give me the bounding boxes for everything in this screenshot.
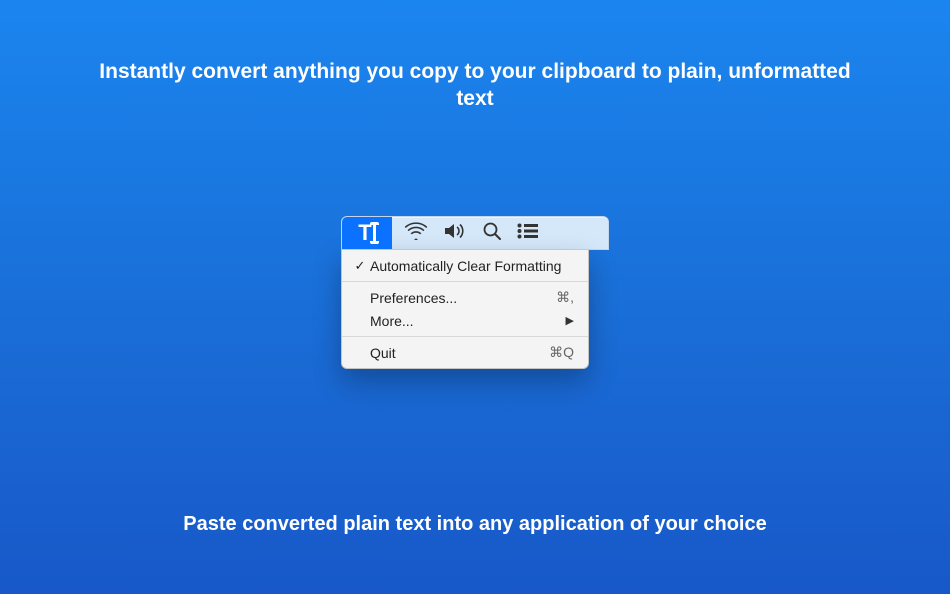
footer-text: Paste converted plain text into any appl…: [0, 513, 950, 536]
keyboard-shortcut: ⌘Q: [549, 344, 574, 361]
app-window: T: [341, 216, 609, 369]
menu-item-label: More...: [368, 313, 566, 329]
app-menubar-item[interactable]: T: [342, 217, 392, 249]
menubar: T: [341, 216, 609, 250]
menubar-status-icons: [392, 221, 608, 246]
menu-item-more[interactable]: More... ▶: [342, 309, 588, 332]
search-icon[interactable]: [482, 221, 502, 246]
menu-item-label: Automatically Clear Formatting: [368, 258, 574, 274]
keyboard-shortcut: ⌘,: [556, 289, 574, 306]
checkmark-icon: ✓: [352, 258, 368, 274]
menu-separator: [342, 281, 588, 282]
menu-item-auto-clear[interactable]: ✓ Automatically Clear Formatting: [342, 254, 588, 277]
volume-icon[interactable]: [443, 222, 467, 245]
menu-item-label: Quit: [368, 345, 549, 361]
text-cursor-icon: T: [358, 222, 375, 244]
menu-item-quit[interactable]: Quit ⌘Q: [342, 341, 588, 364]
submenu-arrow-icon: ▶: [566, 314, 574, 327]
menu-item-label: Preferences...: [368, 290, 556, 306]
dropdown-menu: ✓ Automatically Clear Formatting Prefere…: [341, 250, 589, 369]
menu-item-preferences[interactable]: Preferences... ⌘,: [342, 286, 588, 309]
wifi-icon[interactable]: [404, 222, 428, 245]
headline-text: Instantly convert anything you copy to y…: [0, 58, 950, 113]
list-icon[interactable]: [517, 223, 539, 244]
menu-separator: [342, 336, 588, 337]
